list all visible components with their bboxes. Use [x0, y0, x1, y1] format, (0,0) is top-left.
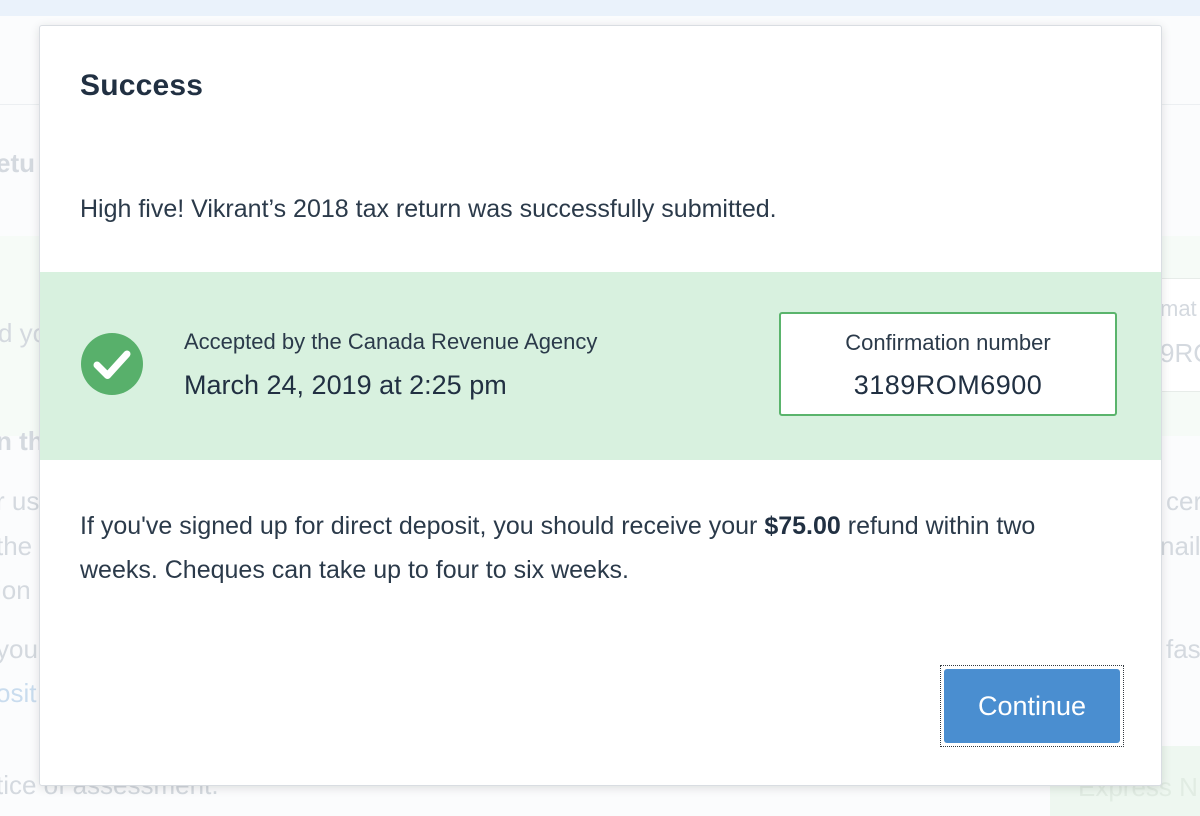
background-text: you	[0, 634, 38, 664]
success-dialog: Success High five! Vikrant’s 2018 tax re…	[39, 25, 1162, 786]
background-text: nail.	[1160, 531, 1200, 561]
confirmation-number-label: Confirmation number	[845, 330, 1051, 355]
background-text: 9RC	[1160, 338, 1200, 368]
background-text: r us	[0, 486, 40, 516]
refund-info-text: If you've signed up for direct deposit, …	[80, 504, 1120, 592]
check-circle-icon	[81, 333, 143, 395]
accepted-date: March 24, 2019 at 2:25 pm	[184, 370, 507, 400]
background-text: fas	[1166, 634, 1200, 664]
dialog-title: Success	[80, 69, 204, 102]
background-text: n th	[0, 426, 44, 456]
confirmation-number-value: 3189ROM6900	[853, 370, 1043, 400]
continue-button[interactable]: Continue	[944, 669, 1120, 743]
accepted-status-panel: Accepted by the Canada Revenue Agency Ma…	[40, 272, 1161, 460]
background-text: cer	[1166, 486, 1200, 516]
refund-amount: $75.00	[764, 512, 841, 540]
background-link: osit	[0, 678, 37, 708]
continue-button-focus-ring: Continue	[940, 665, 1124, 747]
background-text: the	[0, 531, 33, 561]
refund-text-before: If you've signed up for direct deposit, …	[80, 512, 765, 540]
background-text: ion	[0, 575, 31, 605]
background-topbar	[0, 0, 1200, 16]
success-message: High five! Vikrant’s 2018 tax return was…	[80, 195, 777, 223]
background-text: mat	[1160, 296, 1197, 321]
confirmation-number-box: Confirmation number 3189ROM6900	[779, 312, 1117, 416]
background-text: etu	[0, 148, 35, 178]
accepted-by-label: Accepted by the Canada Revenue Agency	[184, 329, 598, 354]
